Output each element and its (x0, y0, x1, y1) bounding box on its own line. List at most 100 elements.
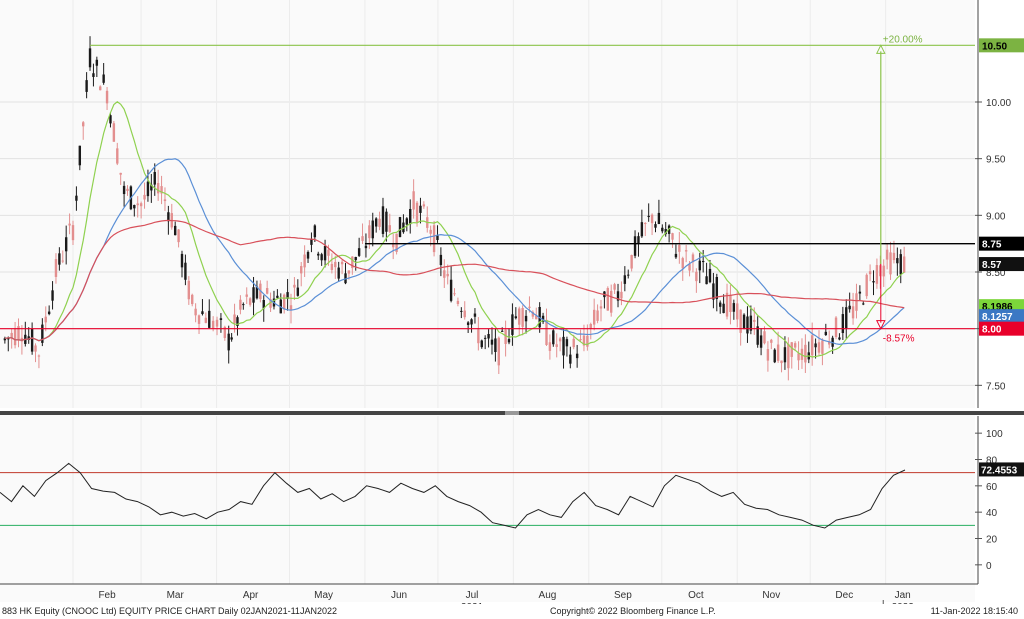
price-candle-body (569, 354, 572, 364)
price-candle-body (627, 274, 630, 276)
price-candle-body (422, 204, 426, 207)
loss-annotation: -8.57% (883, 334, 915, 345)
svg-text:8.75: 8.75 (982, 240, 1002, 251)
price-candle-body (466, 322, 470, 325)
price-candle-body (514, 316, 518, 319)
price-candle-body (688, 264, 691, 271)
price-candle-body (875, 265, 879, 284)
price-candle-body (116, 148, 119, 164)
price-candle-body (44, 316, 47, 323)
price-candle-body (838, 337, 841, 340)
price-candle-body (146, 181, 150, 197)
price-candle-body (773, 349, 776, 363)
price-candle-body (834, 317, 838, 338)
price-candle-body (313, 225, 317, 238)
price-candle-body (245, 294, 248, 297)
price-candle-body (282, 294, 286, 310)
price-candle-body (126, 188, 129, 191)
price-candle-body (739, 309, 742, 333)
price-candle-body (681, 258, 684, 269)
price-candle-body (184, 262, 187, 280)
price-candle-body (902, 256, 906, 273)
price-candle-body (289, 305, 293, 310)
price-candle-body (497, 337, 500, 366)
price-candle-body (204, 317, 208, 323)
x-month-label: Mar (167, 590, 185, 601)
price-candle-body (892, 252, 896, 261)
x-month-label: Dec (835, 590, 853, 601)
rsi-value-label: 72.4553 (979, 462, 1024, 477)
price-candle-body (770, 339, 773, 343)
price-candle-body (579, 339, 582, 341)
price-candle-body (654, 224, 657, 228)
price-candle-body (521, 308, 524, 327)
price-candle-body (443, 270, 446, 278)
price-candle-body (657, 212, 661, 225)
price-candle-body (610, 290, 613, 313)
price-candle-body (71, 225, 75, 241)
price-candle-body (623, 275, 627, 284)
price-candle-body (347, 270, 351, 274)
price-candle-body (647, 215, 650, 218)
price-candle-body (804, 344, 807, 363)
price-value-label-5: 8.00 (979, 321, 1024, 336)
price-candle-body (429, 229, 432, 234)
price-candle-body (112, 123, 116, 142)
price-candle-body (722, 303, 725, 314)
equity-price-chart: 7.508.008.509.009.5010.00+20.00%-8.57%10… (0, 0, 1024, 604)
price-candle-body (293, 284, 296, 288)
price-candle-body (68, 223, 71, 226)
price-candle-body (511, 314, 514, 335)
price-candle-body (119, 172, 122, 175)
price-candle-body (398, 217, 402, 238)
price-candle-body (47, 311, 51, 315)
x-month-label: Feb (98, 590, 116, 601)
price-candle-body (337, 267, 340, 279)
price-candle-body (306, 252, 310, 259)
price-candle-body (715, 277, 719, 299)
price-candle-body (354, 256, 357, 261)
price-candle-body (219, 318, 223, 320)
price-candle-body (483, 337, 487, 339)
price-candle-body (88, 48, 92, 68)
price-candle-body (501, 330, 504, 332)
price-candle-body (463, 310, 466, 318)
price-candle-body (524, 315, 528, 322)
price-candle-body (824, 331, 828, 336)
price-candle-body (215, 319, 219, 327)
price-candle-body (814, 343, 817, 348)
price-candle-body (364, 245, 368, 249)
price-candle-body (558, 338, 562, 342)
price-candle-body (374, 218, 378, 227)
x-month-label: Sep (614, 590, 632, 601)
price-candle-body (845, 307, 848, 329)
price-candle-body (405, 218, 409, 225)
price-tick-label: 9.00 (986, 211, 1006, 222)
price-candle-body (640, 222, 644, 237)
price-candle-body (575, 353, 579, 359)
price-candle-body (596, 310, 599, 321)
price-candle-body (684, 250, 688, 252)
price-candle-body (323, 246, 327, 261)
price-candle-body (102, 74, 105, 83)
price-candle-body (456, 300, 460, 304)
price-candle-body (555, 344, 558, 347)
price-candle-body (201, 311, 204, 315)
price-candle-body (139, 203, 143, 207)
price-candle-body (661, 227, 664, 232)
price-candle-body (412, 191, 415, 210)
price-tick-label: 10.00 (986, 98, 1011, 109)
price-candle-body (82, 122, 85, 127)
price-candle-body (163, 199, 167, 202)
price-candle-body (630, 255, 633, 269)
price-candle-body (133, 205, 136, 209)
price-candle-body (797, 353, 800, 361)
rsi-tick-label: 20 (986, 535, 998, 546)
price-candle-body (729, 294, 732, 313)
rsi-tick-label: 100 (986, 429, 1003, 440)
price-candle-body (78, 145, 82, 166)
price-candle-body (230, 337, 233, 340)
price-candle-body (787, 343, 790, 369)
x-month-label: Jul (466, 590, 479, 601)
price-candle-body (51, 290, 54, 301)
